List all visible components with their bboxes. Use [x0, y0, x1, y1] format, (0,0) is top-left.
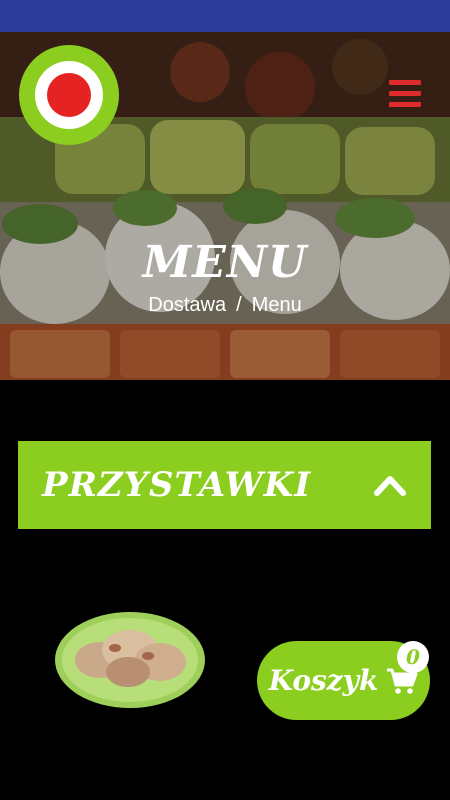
- breadcrumb: Dostawa / Menu: [0, 294, 450, 317]
- cart-count-badge: 0: [397, 641, 429, 673]
- hamburger-menu-icon[interactable]: [389, 80, 421, 110]
- chevron-up-icon: [374, 476, 406, 496]
- breadcrumb-home-link[interactable]: Dostawa: [148, 294, 226, 316]
- italian-flag-logo-icon[interactable]: [19, 45, 119, 145]
- hamburger-line: [389, 91, 421, 96]
- cart-label: Koszyk: [268, 664, 379, 697]
- hamburger-line: [389, 102, 421, 107]
- status-bar: [0, 0, 450, 32]
- tempura-dish-icon[interactable]: [50, 600, 210, 712]
- hamburger-line: [389, 80, 421, 85]
- breadcrumb-separator: /: [236, 294, 242, 316]
- category-label: PRZYSTAWKI: [42, 465, 312, 505]
- category-accordion-przystawki[interactable]: PRZYSTAWKI: [18, 441, 431, 529]
- page-title: MENU: [142, 237, 308, 288]
- breadcrumb-current: Menu: [251, 294, 302, 316]
- hero-banner: MENU Dostawa / Menu: [0, 32, 450, 380]
